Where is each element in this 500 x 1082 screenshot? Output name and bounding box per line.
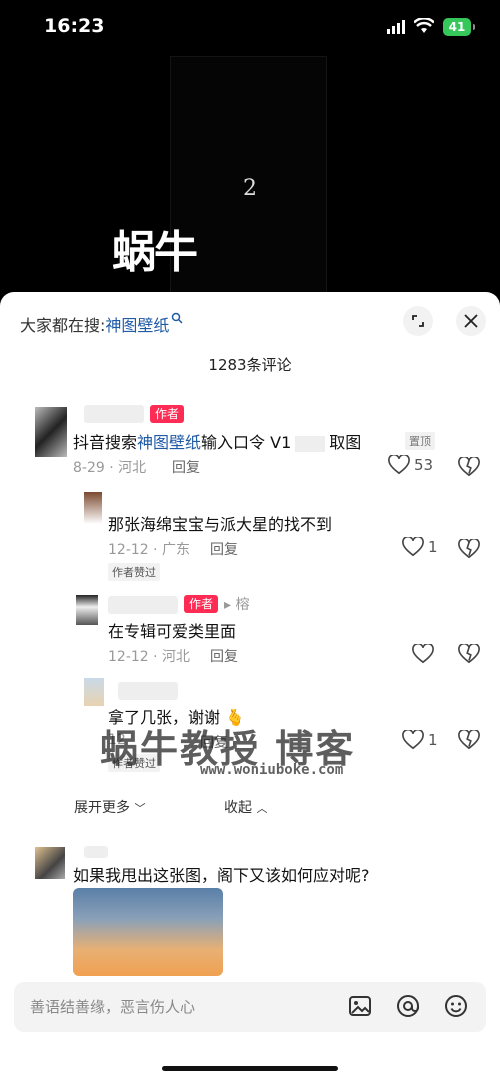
- chevron-up-icon: ︿: [256, 802, 268, 815]
- emoji-icon[interactable]: [443, 993, 469, 1019]
- avatar[interactable]: [35, 847, 65, 879]
- username[interactable]: [84, 405, 144, 423]
- like-button[interactable]: 1: [402, 730, 438, 750]
- image-icon[interactable]: [347, 993, 373, 1019]
- like-count: 1: [428, 538, 438, 556]
- expand-more-button[interactable]: 展开更多 ﹀: [74, 797, 145, 817]
- reply-to-name[interactable]: 榕: [235, 597, 249, 613]
- pinned-badge: 置顶: [405, 432, 435, 450]
- comment-item: 作者 抖音搜索神图壁纸输入口令 V1 取图 置顶 8-29 · 河北 回复 53: [0, 397, 500, 477]
- avatar[interactable]: [84, 492, 102, 524]
- close-button[interactable]: [456, 306, 486, 336]
- chevron-down-icon: ﹀: [134, 802, 146, 815]
- status-bar: 16:23 41: [0, 0, 500, 56]
- home-indicator[interactable]: [162, 1066, 338, 1071]
- comment-sheet: 大家都在搜:神图壁纸 1283条评论 作者 抖音搜索神图壁纸输入口令 V1 取图 …: [0, 292, 500, 1082]
- comment-count: 1283条评论: [208, 356, 292, 374]
- username[interactable]: [108, 596, 178, 614]
- comment-text: 拿了几张，谢谢 🫰: [108, 708, 246, 727]
- expand-label: 展开更多: [74, 800, 130, 816]
- comment-text: 抖音搜索神图壁纸输入口令 V1 取图: [73, 429, 361, 453]
- search-keyword[interactable]: 神图壁纸: [105, 316, 169, 335]
- expand-button[interactable]: [403, 306, 433, 336]
- signal-icon: [387, 20, 405, 34]
- reply-button[interactable]: 回复: [200, 732, 228, 752]
- blurred-text: [295, 435, 326, 452]
- collapse-button[interactable]: 收起 ︿: [224, 797, 267, 817]
- clock: 16:23: [44, 15, 105, 37]
- avatar[interactable]: [35, 407, 67, 457]
- video-player[interactable]: 2 蜗牛: [0, 56, 500, 298]
- comment-meta: 8-29 · 河北: [73, 460, 147, 476]
- search-prefix: 大家都在搜:: [20, 316, 106, 335]
- search-keyword-link[interactable]: 神图壁纸: [137, 433, 201, 452]
- comment-item: 如果我甩出这张图，阁下又该如何应对呢?: [0, 842, 500, 885]
- reply-button[interactable]: 回复: [210, 539, 238, 559]
- text-segment: 抖音搜索: [73, 433, 138, 452]
- like-button[interactable]: 53: [388, 455, 433, 475]
- like-button[interactable]: 1: [402, 537, 438, 557]
- video-number: 2: [243, 176, 257, 201]
- at-icon[interactable]: [395, 993, 421, 1019]
- username[interactable]: [118, 682, 178, 700]
- comment-placeholder: 善语结善缘，恶言伤人心: [30, 998, 196, 1016]
- comment-meta: 12-12 · 广东: [108, 542, 191, 558]
- video-logo: 蜗牛: [112, 227, 198, 278]
- reply-item: 拿了几张，谢谢 🫰 12 回复 1 作者赞过: [0, 676, 500, 776]
- author-liked-badge: 作者赞过: [108, 563, 160, 581]
- reply-to: ▸ 榕: [224, 597, 250, 613]
- avatar[interactable]: [76, 595, 98, 625]
- username[interactable]: [84, 846, 108, 858]
- wifi-icon: [414, 18, 434, 33]
- avatar[interactable]: [84, 678, 104, 706]
- like-count: 53: [414, 456, 434, 474]
- reply-button[interactable]: 回复: [210, 646, 238, 666]
- comment-text: 那张海绵宝宝与派大星的找不到: [108, 515, 333, 534]
- dislike-icon[interactable]: [458, 457, 480, 477]
- search-icon: [172, 312, 183, 324]
- dislike-icon[interactable]: [458, 539, 480, 559]
- reply-button[interactable]: 回复: [172, 457, 200, 477]
- comment-text: 如果我甩出这张图，阁下又该如何应对呢?: [73, 866, 370, 885]
- comment-meta: 12-12 · 河北: [108, 649, 191, 665]
- like-count: 1: [428, 731, 438, 749]
- battery-indicator: 41: [443, 18, 475, 36]
- text-segment: 输入口令 V1: [201, 433, 292, 452]
- reply-item: 作者 ▸ 榕 在专辑可爱类里面 12-12 · 河北 回复: [0, 590, 500, 670]
- close-icon: [464, 314, 478, 328]
- dislike-icon[interactable]: [458, 644, 480, 664]
- comment-input[interactable]: 善语结善缘，恶言伤人心: [14, 982, 486, 1032]
- heart-icon: [388, 455, 410, 475]
- author-tag: 作者: [184, 595, 219, 613]
- comment-meta: 12: [108, 732, 126, 748]
- heart-icon: [402, 730, 424, 750]
- text-segment: 取图: [329, 433, 362, 452]
- heart-icon: [402, 537, 424, 557]
- author-liked-badge: 作者赞过: [108, 754, 160, 772]
- heart-icon[interactable]: [412, 644, 434, 664]
- trending-search[interactable]: 大家都在搜:神图壁纸: [20, 312, 183, 336]
- reply-item: 那张海绵宝宝与派大星的找不到 12-12 · 广东 回复 1 作者赞过: [0, 487, 500, 582]
- author-tag: 作者: [150, 405, 185, 423]
- expand-icon: [412, 315, 424, 327]
- dislike-icon[interactable]: [458, 730, 480, 750]
- comment-image[interactable]: [73, 888, 223, 976]
- comment-text: 在专辑可爱类里面: [108, 622, 237, 641]
- collapse-label: 收起: [224, 800, 252, 816]
